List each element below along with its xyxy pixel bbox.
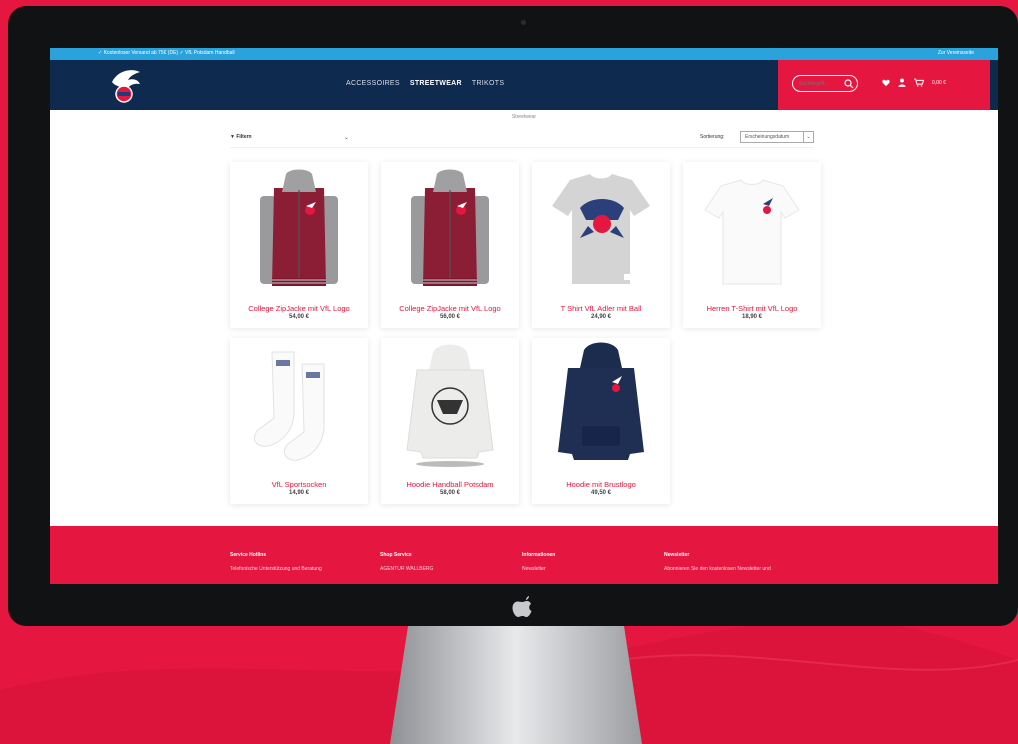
vfl-eagle-logo[interactable] [104,64,146,106]
nav-trikots[interactable]: TRIKOTS [472,80,504,87]
product-price: 56,00 € [439,314,461,320]
heart-icon[interactable] [882,79,890,87]
footer-col-shop-service: Shop Service AGENTUR WALLBERG [380,552,520,572]
site-footer: Service Hotline Telefonische Unterstützu… [50,526,998,584]
footer-heading: Newsletter [664,552,690,558]
breadcrumb[interactable]: Streetwear [50,114,998,120]
product-price: 18,90 € [741,314,763,320]
product-title[interactable]: College ZipJacke mit VfL Logo [381,304,519,313]
product-title[interactable]: Hoodie Handball Potsdam [381,480,519,489]
navy-hoodie-image [558,342,644,460]
camera-dot [521,20,526,25]
footer-heading: Service Hotline [230,552,267,558]
apple-logo-icon [512,596,532,617]
product-card[interactable]: Hoodie Handball Potsdam 58,00 € [381,338,519,504]
product-card[interactable]: VfL Sportsocken 14,90 € [230,338,368,504]
footer-link[interactable]: Newsletter [522,566,662,572]
info-bar-usp: ✓ Kostenloser Versand ab 75€ (DE) ✓ VfL … [98,50,235,56]
product-title[interactable]: T Shirt VfL Adler mit Ball [532,304,670,313]
college-jacket-image [260,169,338,286]
header-icon-group: 0,00 € [882,78,946,87]
chevron-down-icon[interactable]: ⌄ [344,134,349,141]
footer-col-hotline: Service Hotline Telefonische Unterstützu… [230,552,370,572]
product-card[interactable]: College ZipJacke mit VfL Logo 56,00 € [381,162,519,328]
footer-heading: Shop Service [380,552,412,558]
search-icon[interactable] [844,79,854,89]
sort-value: Erscheinungsdatum [745,134,790,140]
product-card[interactable]: T Shirt VfL Adler mit Ball 24,90 € [532,162,670,328]
header-actions: 0,00 € [778,60,990,110]
footer-text: Telefonische Unterstützung und Beratung [230,566,322,572]
product-card[interactable]: Herren T-Shirt mit VfL Logo 18,90 € [683,162,821,328]
product-title[interactable]: Herren T-Shirt mit VfL Logo [683,304,821,313]
product-price: 14,90 € [288,490,310,496]
monitor-stand [390,626,642,744]
white-tshirt-image [704,179,800,285]
club-site-link[interactable]: Zur Vereinsseite [938,50,974,56]
product-price: 58,00 € [439,490,461,496]
nav-streetwear[interactable]: STREETWEAR [410,80,462,87]
product-price: 24,90 € [590,314,612,320]
footer-heading: Informationen [522,552,556,558]
footer-text: Abonnieren Sie den kostenlosen Newslette… [664,566,771,572]
sort-select[interactable]: Erscheinungsdatum ⌄ [740,131,814,143]
product-title[interactable]: Hoodie mit Brustlogo [532,480,670,489]
account-icon[interactable] [898,78,906,87]
monitor-bezel: ✓ Kostenloser Versand ab 75€ (DE) ✓ VfL … [8,6,1018,626]
footer-col-newsletter: Newsletter Abonnieren Sie den kostenlose… [664,552,804,572]
nav-accessoires[interactable]: ACCESSOIRES [346,80,400,87]
site-header: ACCESSOIRES STREETWEAR TRIKOTS Suchbegri… [50,60,998,110]
filter-bar: ▼ Filtern ⌄ Sortierung: Erscheinungsdatu… [230,131,814,148]
product-card[interactable]: Hoodie mit Brustlogo 49,50 € [532,338,670,504]
socks-image [253,351,325,461]
cart-total[interactable]: 0,00 € [932,80,946,86]
footer-link[interactable]: AGENTUR WALLBERG [380,566,520,572]
select-arrow-icon: ⌄ [803,132,813,142]
product-title[interactable]: College ZipJacke mit VfL Logo [230,304,368,313]
main-nav: ACCESSOIRES STREETWEAR TRIKOTS [346,80,504,87]
grey-tshirt-image [552,174,650,284]
search-box [792,75,858,92]
browser-screen: ✓ Kostenloser Versand ab 75€ (DE) ✓ VfL … [50,48,998,584]
product-price: 54,00 € [288,314,310,320]
filter-button[interactable]: ▼ Filtern [230,134,252,140]
white-hoodie-image [406,344,494,467]
cart-icon[interactable] [914,78,924,87]
product-price: 49,50 € [590,490,612,496]
footer-col-info: Informationen Newsletter [522,552,662,572]
info-bar: ✓ Kostenloser Versand ab 75€ (DE) ✓ VfL … [50,48,998,60]
search-input[interactable] [799,80,841,88]
product-card[interactable]: College ZipJacke mit VfL Logo 54,00 € [230,162,368,328]
sort-label: Sortierung: [700,134,725,140]
product-title[interactable]: VfL Sportsocken [230,480,368,489]
college-jacket-image [411,169,489,286]
